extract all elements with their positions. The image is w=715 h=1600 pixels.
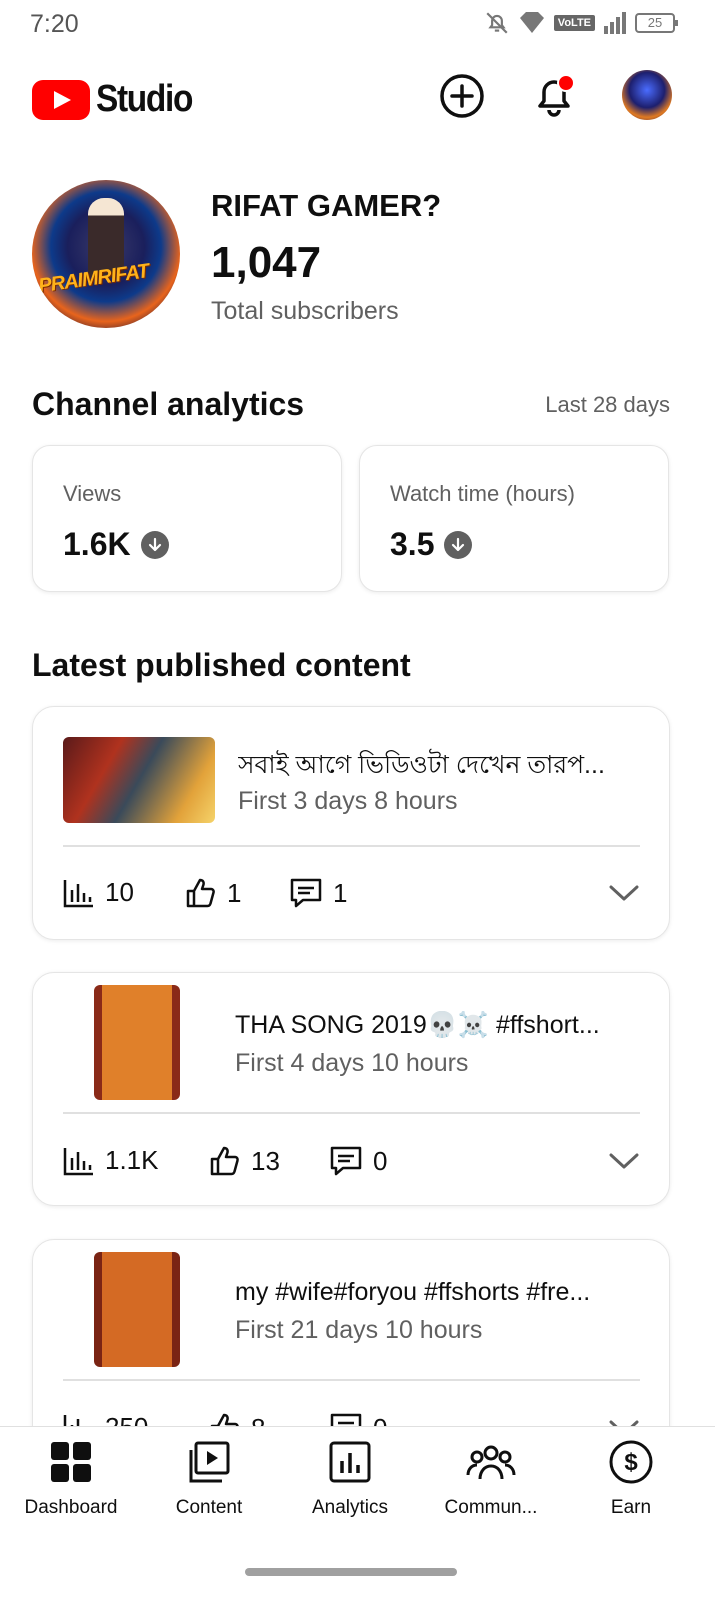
- video-title: সবাই আগে ভিডিওটা দেখেন তারপ...: [238, 751, 605, 779]
- views-stat: 10: [63, 877, 134, 908]
- battery-icon: 25: [635, 13, 678, 33]
- thumbs-up-icon: [210, 1146, 239, 1176]
- analytics-period: Last 28 days: [545, 392, 670, 417]
- watch-time-value: 3.5: [390, 526, 435, 562]
- nav-content[interactable]: Content: [139, 1437, 279, 1519]
- video-performance: First 3 days 8 hours: [238, 787, 458, 815]
- content-icon: [189, 1441, 230, 1483]
- nav-label: Content: [175, 1497, 243, 1518]
- video-card[interactable]: THA SONG 2019💀☠️ #ffshort... First 4 day…: [32, 972, 670, 1206]
- comment-icon: [330, 1146, 362, 1176]
- dashboard-icon: [51, 1442, 91, 1482]
- signal-icon: [604, 12, 626, 34]
- analytics-icon: [329, 1441, 371, 1483]
- nav-analytics[interactable]: Analytics: [280, 1437, 420, 1519]
- community-icon: [466, 1445, 516, 1480]
- bar-chart-icon: [63, 879, 93, 907]
- logo-text: Studio: [96, 78, 193, 120]
- video-title: my #wife#foryou #ffshorts #fre...: [235, 1278, 591, 1306]
- trend-down-icon: [444, 530, 473, 559]
- latest-content-title: Latest published content: [32, 647, 411, 683]
- account-avatar[interactable]: [622, 70, 672, 120]
- views-count: 1.1K: [105, 1145, 159, 1175]
- nav-label: Commun...: [444, 1497, 538, 1518]
- home-indicator[interactable]: [245, 1568, 457, 1576]
- analytics-title: Channel analytics: [32, 386, 305, 422]
- nav-earn[interactable]: $ Earn: [561, 1437, 701, 1519]
- likes-stat: 1: [185, 877, 241, 909]
- comments-count: 0: [373, 1145, 388, 1176]
- nav-label: Analytics: [311, 1497, 389, 1518]
- video-stats: 10 1 1: [63, 877, 640, 913]
- earn-icon: $: [609, 1440, 653, 1484]
- video-stats: 1.1K 13 0: [63, 1145, 640, 1181]
- video-performance: First 21 days 10 hours: [235, 1316, 483, 1344]
- video-performance: First 4 days 10 hours: [235, 1049, 469, 1077]
- watch-time-card[interactable]: Watch time (hours) 3.5: [359, 445, 669, 592]
- nav-label: Dashboard: [24, 1497, 118, 1518]
- likes-count: 1: [227, 877, 242, 908]
- metric-value: 3.5: [390, 526, 473, 563]
- metric-label: Watch time (hours): [390, 481, 576, 506]
- create-button[interactable]: [438, 72, 486, 120]
- views-stat: 1.1K: [63, 1145, 159, 1176]
- status-icons: VoLTE 25: [484, 10, 678, 36]
- notifications-button[interactable]: [530, 72, 578, 120]
- metric-value: 1.6K: [63, 526, 169, 563]
- comments-stat: 1: [289, 877, 347, 909]
- subscriber-label: Total subscribers: [211, 297, 399, 325]
- divider: [63, 1379, 640, 1381]
- video-card[interactable]: সবাই আগে ভিডিওটা দেখেন তারপ... First 3 d…: [32, 706, 670, 940]
- comments-count: 1: [333, 877, 348, 908]
- comments-stat: 0: [329, 1145, 387, 1177]
- views-count: 10: [105, 877, 134, 907]
- divider: [63, 845, 640, 847]
- video-thumbnail[interactable]: [94, 1252, 180, 1367]
- youtube-logo-icon: [32, 79, 90, 120]
- channel-name: RIFAT GAMER?: [211, 188, 442, 223]
- bell-icon: [538, 74, 575, 117]
- video-title: THA SONG 2019💀☠️ #ffshort...: [235, 1011, 600, 1039]
- thumbs-up-icon: [186, 878, 215, 908]
- app-header: Studio: [0, 64, 715, 132]
- channel-avatar: PRAIMRIFAT: [32, 180, 180, 328]
- youtube-studio-logo: Studio: [32, 78, 205, 121]
- wifi-icon: [519, 12, 544, 33]
- video-thumbnail[interactable]: [63, 737, 215, 823]
- nav-label: Earn: [610, 1497, 652, 1518]
- status-time: 7:20: [30, 10, 79, 38]
- views-card[interactable]: Views 1.6K: [32, 445, 342, 592]
- subscriber-count: 1,047: [211, 238, 322, 287]
- notifications-muted-icon: [486, 12, 508, 34]
- likes-stat: 13: [209, 1145, 280, 1177]
- chevron-down-icon[interactable]: [608, 881, 640, 905]
- chevron-down-icon[interactable]: [608, 1149, 640, 1173]
- comment-icon: [290, 878, 322, 908]
- volte-badge: VoLTE: [553, 15, 595, 31]
- status-bar: 7:20 VoLTE 25: [0, 0, 715, 50]
- nav-community[interactable]: Commun...: [421, 1437, 561, 1519]
- video-thumbnail[interactable]: [94, 985, 180, 1100]
- svg-text:$: $: [624, 1449, 638, 1476]
- bar-chart-icon: [63, 1147, 93, 1175]
- add-circle-icon: [440, 74, 484, 118]
- likes-count: 13: [251, 1145, 280, 1176]
- metric-label: Views: [63, 481, 122, 506]
- divider: [63, 1112, 640, 1114]
- trend-down-icon: [140, 530, 169, 559]
- nav-dashboard[interactable]: Dashboard: [1, 1437, 141, 1519]
- views-value: 1.6K: [63, 526, 131, 562]
